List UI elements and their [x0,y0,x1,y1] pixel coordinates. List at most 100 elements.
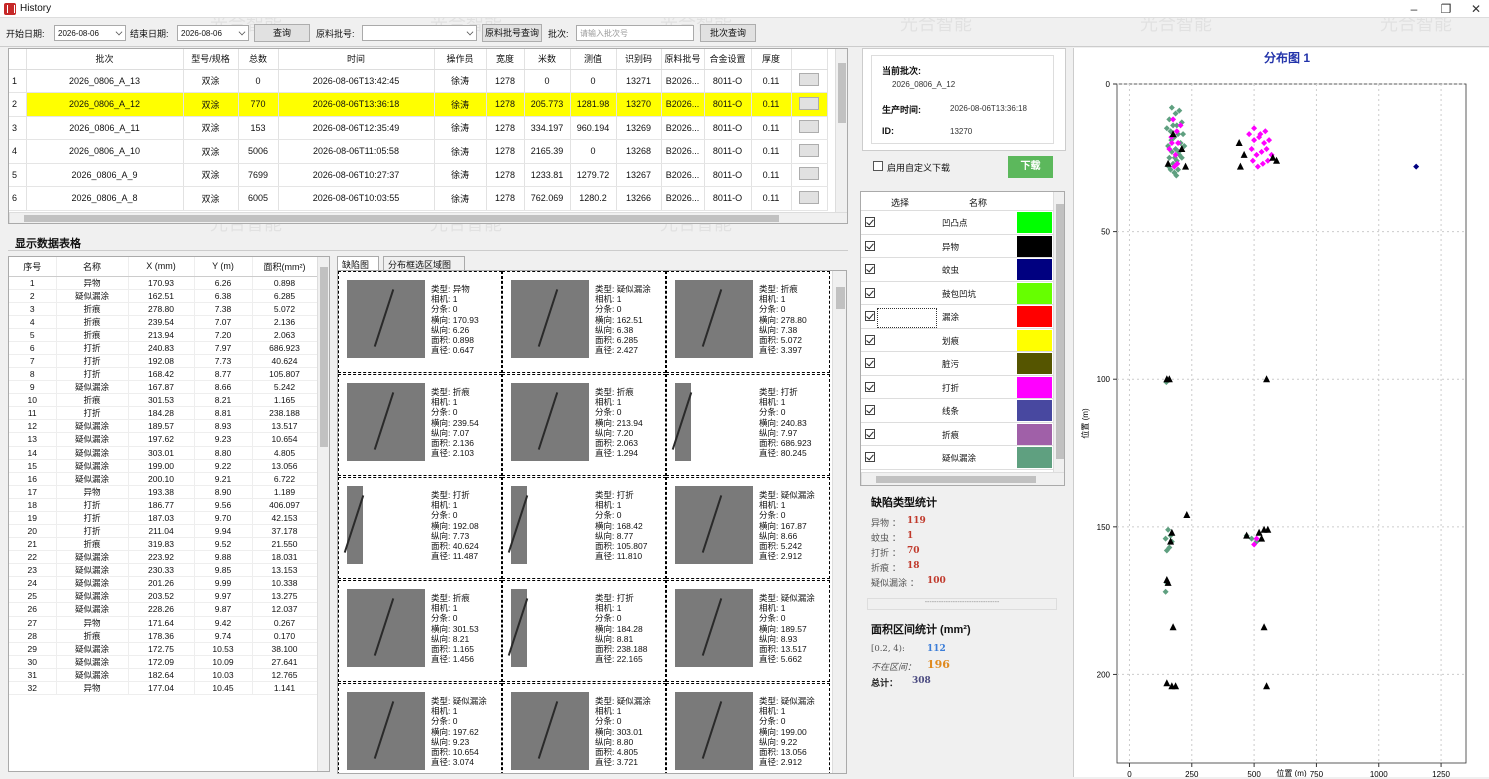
defect-image-cell[interactable]: 类型: 折痕 相机: 1 分条: 0 横向: 278.80 纵向: 7.38 面积: 5.… [666,271,830,373]
data-col-header[interactable]: 序号 [9,257,57,277]
minimize-button[interactable]: – [1400,1,1428,17]
type-checkbox[interactable] [865,240,875,251]
data-row[interactable]: 14 疑似漏涂 303.01 8.80 4.805 [9,446,318,460]
batch-col-header[interactable]: 厚度 [751,49,792,70]
data-row[interactable]: 26 疑似漏涂 228.26 9.87 12.037 [9,602,318,617]
distribution-chart[interactable]: 分布图 1 0 250 500 750 1000 1250 0 50 100 150 200 位置 (m… [1074,48,1489,779]
type-checkbox[interactable] [865,358,875,368]
defect-image[interactable] [347,280,425,358]
restore-button[interactable]: ❐ [1432,1,1460,17]
data-row[interactable]: 24 疑似漏涂 201.26 9.99 10.338 [9,576,318,591]
defect-image[interactable] [671,383,693,461]
data-row[interactable]: 31 疑似漏涂 182.64 10.03 12.765 [9,668,318,682]
data-row[interactable]: 4 折痕 239.54 7.07 2.136 [9,315,318,329]
data-col-header[interactable]: X (mm) [128,257,195,277]
type-color-swatch[interactable] [1017,259,1052,280]
data-col-header[interactable]: 面积(mm²) [252,257,318,277]
defect-image-cell[interactable]: 类型: 打折 相机: 1 分条: 0 横向: 192.08 纵向: 7.73 面积: 40… [338,477,502,579]
data-row[interactable]: 17 异物 193.38 8.90 1.189 [9,485,318,499]
scroll-thumb[interactable] [24,215,779,222]
row-action-button[interactable] [799,190,819,204]
batch-col-header[interactable]: 型号/规格 [183,49,239,70]
type-color-swatch[interactable] [1017,235,1052,257]
type-checkbox[interactable] [865,334,875,345]
defect-image[interactable] [343,486,365,564]
material-select[interactable] [362,25,477,41]
defect-image-cell[interactable]: 类型: 折痕 相机: 1 分条: 0 横向: 213.94 纵向: 7.20 面积: 2.… [502,374,666,476]
data-row[interactable]: 12 疑似漏涂 189.57 8.93 13.517 [9,419,318,434]
data-row[interactable]: 18 打折 186.77 9.56 406.097 [9,498,318,512]
defect-image-cell[interactable]: 类型: 打折 相机: 1 分条: 0 横向: 184.28 纵向: 8.81 面积: 23… [502,580,666,682]
data-row[interactable]: 28 折痕 178.36 9.74 0.170 [9,629,318,643]
data-row[interactable]: 21 折痕 319.83 9.52 21.550 [9,537,318,552]
data-row[interactable]: 30 疑似漏涂 172.09 10.09 27.641 [9,655,318,669]
data-row[interactable]: 3 折痕 278.80 7.38 5.072 [9,302,318,316]
batch-row[interactable]: 3 2026_0806_A_11 双涂 153 2026-08-06T12:35:49 徐… [9,116,828,140]
batch-col-header[interactable]: 时间 [278,49,435,70]
defect-type-row[interactable]: 线条 [861,399,1054,423]
batch-col-header[interactable]: 批次 [26,49,184,70]
defect-type-row[interactable]: 蚊虫 [861,258,1054,282]
row-action-button[interactable] [799,96,819,110]
defect-image[interactable] [675,589,753,667]
type-color-swatch[interactable] [1017,447,1052,468]
defect-image[interactable] [511,692,589,770]
defect-type-row[interactable]: 打折 [861,376,1054,399]
batch-vscrollbar[interactable] [835,49,847,212]
type-checkbox[interactable] [865,264,875,274]
defect-type-row[interactable]: 划痕 [861,329,1054,352]
query-button[interactable]: 查询 [254,24,310,42]
type-checkbox[interactable] [865,452,875,462]
batch-col-header[interactable]: 操作员 [434,49,487,70]
data-row[interactable]: 16 疑似漏涂 200.10 9.21 6.722 [9,472,318,486]
data-row[interactable]: 7 打折 192.08 7.73 40.624 [9,354,318,369]
type-color-swatch[interactable] [1017,423,1052,445]
defect-image[interactable] [675,692,753,770]
data-row[interactable]: 5 折痕 213.94 7.20 2.063 [9,328,318,342]
row-action-button[interactable] [799,143,819,157]
types-hscrollbar[interactable] [861,472,1064,485]
data-row[interactable]: 9 疑似漏涂 167.87 8.66 5.242 [9,380,318,395]
tab-region-images[interactable]: 分布框选区域图 [383,256,465,270]
data-row[interactable]: 22 疑似漏涂 223.92 9.88 18.031 [9,550,318,565]
scroll-thumb[interactable] [1056,204,1064,459]
grid-vscrollbar[interactable] [832,271,846,773]
defect-image-cell[interactable]: 类型: 打折 相机: 1 分条: 0 横向: 168.42 纵向: 8.77 面积: 10… [502,477,666,579]
batch-hscrollbar[interactable] [9,212,847,223]
row-action-button[interactable] [799,73,819,87]
batch-row[interactable]: 6 2026_0806_A_8 双涂 6005 2026-08-06T10:03:55 徐… [9,186,828,211]
batch-col-header[interactable]: 合金设置 [704,49,752,70]
data-vscrollbar[interactable] [317,257,329,771]
type-color-swatch[interactable] [1017,329,1052,351]
types-vscrollbar[interactable] [1053,192,1064,472]
type-checkbox[interactable] [865,287,875,298]
defect-type-row[interactable]: 折痕 [861,423,1054,446]
defect-image[interactable] [347,589,425,667]
data-row[interactable]: 13 疑似漏涂 197.62 9.23 10.654 [9,432,318,447]
batch-col-header[interactable]: 测值 [570,49,617,70]
batch-row[interactable]: 5 2026_0806_A_9 双涂 7699 2026-08-06T10:27:37 徐… [9,163,828,187]
batch-col-header[interactable]: 识别码 [616,49,662,70]
defect-image[interactable] [511,280,589,358]
batch-col-header[interactable] [791,49,828,70]
type-color-swatch[interactable] [1017,282,1052,304]
scroll-thumb[interactable] [320,267,328,447]
defect-type-row[interactable]: 凹凸点 [861,211,1054,235]
end-date-picker[interactable]: 2026-08-06 [177,25,249,41]
data-row[interactable]: 6 打折 240.83 7.97 686.923 [9,341,318,355]
data-row[interactable]: 32 异物 177.04 10.45 1.141 [9,681,318,696]
material-query-button[interactable]: 原料批号查询 [482,24,542,42]
batch-row[interactable]: 1 2026_0806_A_13 双涂 0 2026-08-06T13:42:45 徐涛 1… [9,69,828,93]
type-color-swatch[interactable] [1017,212,1052,233]
type-checkbox[interactable] [865,311,875,321]
defect-image-cell[interactable]: 类型: 折痕 相机: 1 分条: 0 横向: 301.53 纵向: 8.21 面积: 1.… [338,580,502,682]
defect-image[interactable] [511,383,589,461]
defect-type-row[interactable]: 鼓包凹坑 [861,282,1054,305]
start-date-picker[interactable]: 2026-08-06 [54,25,126,41]
data-row[interactable]: 19 打折 187.03 9.70 42.153 [9,511,318,525]
defect-image-cell[interactable]: 类型: 疑似漏涂 相机: 1 分条: 0 横向: 199.00 纵向: 9.22 面积: … [666,683,830,773]
defect-image[interactable] [675,486,753,564]
data-row[interactable]: 11 打折 184.28 8.81 238.188 [9,406,318,421]
data-col-header[interactable]: 名称 [56,257,129,277]
row-action-button[interactable] [799,167,819,181]
